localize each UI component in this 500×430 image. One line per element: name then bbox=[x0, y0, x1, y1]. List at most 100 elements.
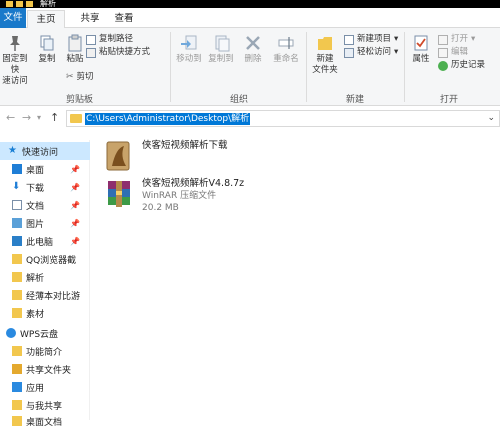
group-divider bbox=[170, 32, 171, 102]
pin-icon: 📌 bbox=[70, 164, 80, 174]
folder-icon bbox=[12, 346, 22, 356]
organize-group-label: 组织 bbox=[230, 95, 249, 105]
folder-icon bbox=[12, 272, 22, 282]
sidebar-item-jiexi[interactable]: 解析 bbox=[0, 268, 90, 286]
sidebar-item-desktop-docs[interactable]: 桌面文档 bbox=[0, 412, 90, 430]
group-divider bbox=[306, 32, 307, 102]
file-item[interactable]: 侠客短视频解析下载 bbox=[104, 140, 228, 174]
delete-icon bbox=[246, 36, 260, 50]
move-to-button[interactable]: 移动到 bbox=[174, 34, 204, 65]
new-folder-button[interactable]: 新建 文件夹 bbox=[310, 34, 340, 76]
chevron-down-icon[interactable]: ⌄ bbox=[487, 113, 495, 123]
rename-label: 重命名 bbox=[273, 54, 299, 64]
folder-icon bbox=[26, 1, 33, 7]
sidebar-item-qq-browser[interactable]: QQ浏览器截 bbox=[0, 250, 90, 268]
sidebar-item-label: 解析 bbox=[26, 273, 45, 284]
pin-to-quick-access-button[interactable]: 固定到快 速访问 bbox=[0, 34, 30, 87]
copy-icon bbox=[40, 35, 54, 51]
copy-to-button[interactable]: 复制到 bbox=[206, 34, 236, 65]
desktop-icon bbox=[12, 164, 22, 174]
sidebar-item-wps-cloud[interactable]: WPS云盘 bbox=[0, 324, 90, 342]
new-item-icon bbox=[344, 34, 354, 45]
sidebar-item-label: 与我共享 bbox=[26, 401, 63, 412]
navigation-pane: ★ 快速访问 桌面 📌 ⬇ 下载 📌 文档 📌 图片 📌 此电脑 📌 QQ浏览器… bbox=[0, 140, 90, 428]
new-folder-label-1: 新建 bbox=[316, 54, 334, 64]
rename-icon bbox=[278, 37, 294, 49]
clipboard-group-label: 剪贴板 bbox=[66, 95, 94, 105]
sidebar-item-desktop[interactable]: 桌面 📌 bbox=[0, 160, 90, 178]
sidebar-item-label: 桌面 bbox=[26, 165, 45, 176]
folder-icon bbox=[12, 416, 22, 426]
tab-share[interactable]: 共享 bbox=[76, 10, 104, 28]
tab-view[interactable]: 查看 bbox=[110, 10, 138, 28]
copy-path-icon bbox=[86, 34, 96, 45]
edit-label: 编辑 bbox=[451, 47, 469, 57]
pin-icon: 📌 bbox=[70, 200, 80, 210]
file-name: 侠客短视频解析V4.8.7z bbox=[142, 178, 245, 189]
chevron-down-icon: ▾ bbox=[471, 34, 476, 44]
sidebar-item-pictures[interactable]: 图片 📌 bbox=[0, 214, 90, 232]
file-item[interactable]: 侠客短视频解析V4.8.7z WinRAR 压缩文件 20.2 MB bbox=[104, 178, 244, 214]
sidebar-item-materials[interactable]: 素材 bbox=[0, 304, 90, 322]
winrar-archive-icon bbox=[108, 181, 130, 207]
move-to-icon bbox=[181, 35, 197, 50]
copy-to-icon bbox=[215, 35, 230, 52]
document-icon bbox=[12, 200, 22, 210]
open-icon bbox=[438, 34, 448, 45]
folder-icon bbox=[16, 1, 23, 7]
sidebar-item-label: 桌面文档 bbox=[26, 417, 63, 428]
up-arrow-icon[interactable]: ↑ bbox=[50, 111, 59, 124]
scissors-icon: ✂ bbox=[66, 72, 74, 82]
paste-shortcut-button[interactable]: 粘贴快捷方式 bbox=[86, 47, 150, 58]
sidebar-item-this-pc[interactable]: 此电脑 📌 bbox=[0, 232, 90, 250]
easy-access-button[interactable]: 轻松访问 ▾ bbox=[344, 47, 398, 58]
recent-locations-chevron-icon[interactable]: ▾ bbox=[37, 113, 41, 122]
easy-access-label: 轻松访问 bbox=[357, 47, 392, 57]
forward-arrow-icon[interactable]: → bbox=[22, 111, 31, 124]
file-name: 侠客短视频解析下载 bbox=[142, 140, 228, 151]
rename-button[interactable]: 重命名 bbox=[270, 34, 302, 65]
delete-button[interactable]: 删除 bbox=[240, 34, 266, 65]
new-item-label: 新建项目 bbox=[357, 34, 392, 44]
sidebar-item-shared-folder[interactable]: 共享文件夹 bbox=[0, 360, 90, 378]
sidebar-item-apps[interactable]: 应用 bbox=[0, 378, 90, 396]
chevron-down-icon: ▾ bbox=[394, 34, 399, 44]
new-item-button[interactable]: 新建项目 ▾ bbox=[344, 34, 398, 45]
sidebar-item-quick-access[interactable]: ★ 快速访问 bbox=[0, 142, 90, 160]
copy-path-button[interactable]: 复制路径 bbox=[86, 34, 133, 45]
tab-file[interactable]: 文件 bbox=[0, 8, 26, 28]
open-button[interactable]: 打开 ▾ bbox=[438, 34, 475, 45]
folder-icon bbox=[12, 400, 22, 410]
file-list: 侠客短视频解析下载 侠客短视频解析V4.8.7z WinRAR 压缩文件 20.… bbox=[92, 130, 500, 420]
properties-label: 属性 bbox=[412, 54, 430, 64]
cloud-icon bbox=[6, 328, 16, 338]
sidebar-item-documents[interactable]: 文档 📌 bbox=[0, 196, 90, 214]
folder-icon bbox=[12, 254, 22, 264]
paste-button[interactable]: 粘贴 bbox=[62, 34, 88, 65]
title-bar-icons bbox=[6, 0, 33, 8]
new-folder-icon bbox=[318, 37, 332, 50]
new-folder-label-2: 文件夹 bbox=[312, 65, 338, 75]
delete-label: 删除 bbox=[244, 54, 262, 64]
window-title: 解析 bbox=[40, 0, 56, 8]
copy-button[interactable]: 复制 bbox=[34, 34, 60, 65]
pin-icon: 📌 bbox=[70, 218, 80, 228]
back-arrow-icon[interactable]: ← bbox=[6, 111, 15, 124]
apps-icon bbox=[12, 382, 22, 392]
open-group-label: 打开 bbox=[440, 95, 459, 105]
history-button[interactable]: 历史记录 bbox=[438, 60, 485, 71]
copy-path-label: 复制路径 bbox=[99, 34, 134, 44]
sidebar-item-comparison[interactable]: 经薄本对比游 bbox=[0, 286, 90, 304]
copy-to-label: 复制到 bbox=[208, 54, 234, 64]
address-bar[interactable]: C:\Users\Administrator\Desktop\解析 ⌄ bbox=[66, 110, 500, 127]
cut-label: 剪切 bbox=[76, 72, 94, 82]
sidebar-item-features[interactable]: 功能简介 bbox=[0, 342, 90, 360]
edit-button[interactable]: 编辑 bbox=[438, 47, 468, 58]
properties-button[interactable]: 属性 bbox=[408, 34, 434, 65]
sidebar-item-downloads[interactable]: ⬇ 下载 📌 bbox=[0, 178, 90, 196]
address-path[interactable]: C:\Users\Administrator\Desktop\解析 bbox=[85, 113, 251, 125]
new-group-label: 新建 bbox=[346, 95, 365, 105]
cut-button[interactable]: ✂ 剪切 bbox=[66, 72, 94, 83]
tab-home[interactable]: 主页 bbox=[27, 10, 65, 28]
pin-label-1: 固定到快 bbox=[2, 54, 28, 75]
